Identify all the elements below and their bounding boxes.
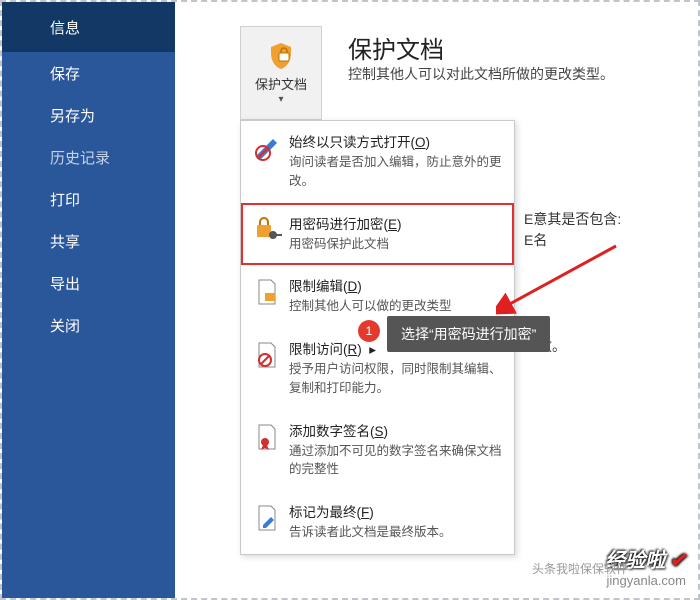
menu-item-digital-signature[interactable]: 添加数字签名(S) 通过添加不可见的数字签名来确保文档的完整性 [241, 410, 514, 492]
sidebar-item-label: 保存 [50, 63, 80, 84]
sidebar-item-save[interactable]: 保存 [2, 52, 175, 94]
menu-item-readonly[interactable]: 始终以只读方式打开(O) 询问读者是否加入编辑，防止意外的更改。 [241, 121, 514, 203]
menu-item-title: 始终以只读方式打开(O) [289, 131, 502, 151]
partial-text: E意其是否包含: [524, 209, 621, 229]
check-icon: ✔ [669, 550, 686, 572]
menu-item-desc: 通过添加不可见的数字签名来确保文档的完整性 [289, 442, 502, 480]
document-prohibit-icon [253, 338, 289, 398]
menu-item-desc: 告诉读者此文档是最终版本。 [289, 523, 502, 542]
annotation-arrow-icon [496, 236, 626, 326]
sidebar-item-label: 信息 [50, 17, 80, 38]
sidebar-item-label: 共享 [50, 231, 80, 252]
sidebar-item-label: 打印 [50, 189, 80, 210]
sidebar-item-label: 另存为 [50, 105, 95, 126]
sidebar-item-print[interactable]: 打印 [2, 178, 175, 220]
document-ribbon-icon [253, 420, 289, 480]
watermark-sub: 头条我啦保保软件 [532, 560, 628, 577]
pencil-prohibit-icon [253, 131, 289, 191]
menu-item-desc: 询问读者是否加入编辑，防止意外的更改。 [289, 153, 502, 191]
sidebar-item-share[interactable]: 共享 [2, 220, 175, 262]
protect-button-label: 保护文档 [255, 77, 307, 93]
annotation-step-badge: 1 [358, 320, 380, 342]
menu-item-mark-final[interactable]: 标记为最终(F) 告诉读者此文档是最终版本。 [241, 491, 514, 554]
sidebar-item-history[interactable]: 历史记录 [2, 136, 175, 178]
sidebar-item-export[interactable]: 导出 [2, 262, 175, 304]
page-subtitle: 控制其他人可以对此文档所做的更改类型。 [348, 64, 614, 84]
partial-text: E名 [524, 230, 547, 250]
menu-item-title: 限制编辑(D) [289, 275, 502, 295]
menu-item-encrypt-password[interactable]: 用密码进行加密(E) 用密码保护此文档 [241, 203, 514, 266]
chevron-down-icon: ▾ [278, 94, 283, 105]
menu-item-desc: 授予用户访问权限，同时限制其编辑、复制和打印能力。 [289, 360, 502, 398]
sidebar-item-info[interactable]: 信息 [2, 2, 175, 52]
sidebar-item-saveas[interactable]: 另存为 [2, 94, 175, 136]
menu-item-desc: 用密码保护此文档 [289, 235, 502, 254]
annotation-tooltip: 选择“用密码进行加密” [387, 316, 550, 352]
lock-key-icon [253, 213, 289, 254]
document-lock-icon [253, 275, 289, 316]
document-pencil-icon [253, 501, 289, 542]
sidebar-item-close[interactable]: 关闭 [2, 304, 175, 346]
sidebar-item-label: 历史记录 [50, 147, 110, 168]
sidebar-item-label: 导出 [50, 273, 80, 294]
menu-item-title: 标记为最终(F) [289, 501, 502, 521]
page-title: 保护文档 [348, 30, 444, 65]
menu-item-title: 添加数字签名(S) [289, 420, 502, 440]
menu-item-desc: 控制其他人可以做的更改类型 [289, 297, 502, 316]
sidebar-item-label: 关闭 [50, 315, 80, 336]
protect-document-button[interactable]: 保护文档 ▾ [240, 26, 322, 120]
backstage-sidebar: 信息 保存 另存为 历史记录 打印 共享 导出 关闭 [2, 2, 175, 598]
menu-item-title: 用密码进行加密(E) [289, 213, 502, 233]
shield-lock-icon [265, 41, 297, 73]
